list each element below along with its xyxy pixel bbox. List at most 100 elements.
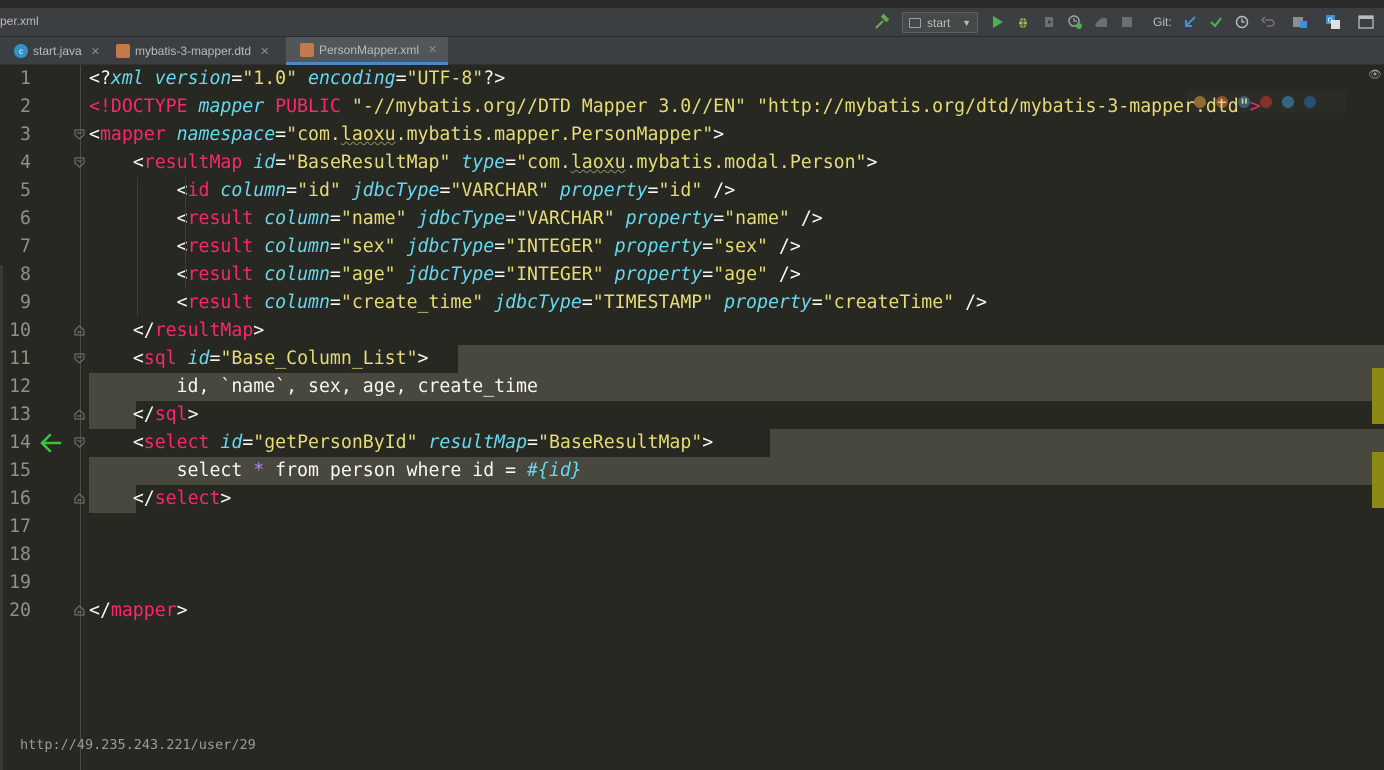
- git-revert-icon[interactable]: [1260, 14, 1276, 30]
- code-token: "createTime": [822, 292, 955, 313]
- fold-open-icon[interactable]: [74, 129, 85, 140]
- code-line[interactable]: 15 select * from person where id = #{id}: [0, 457, 1384, 485]
- git-commit-icon[interactable]: [1208, 14, 1224, 30]
- attach-icon[interactable]: [1093, 14, 1109, 30]
- close-icon[interactable]: ✕: [91, 45, 100, 58]
- code-token: />: [767, 236, 801, 257]
- svg-text:G: G: [1328, 17, 1333, 25]
- navigate-back-arrow-icon[interactable]: [38, 430, 64, 456]
- code-line[interactable]: 17: [0, 513, 1384, 541]
- code-token: =: [505, 152, 517, 173]
- line-number: 19: [9, 572, 31, 593]
- coverage-icon[interactable]: [1041, 14, 1057, 30]
- tab-person-mapper-xml[interactable]: PersonMapper.xml ✕: [286, 37, 448, 65]
- line-number: 4: [20, 152, 31, 173]
- code-line[interactable]: 10 </resultMap>: [0, 317, 1384, 345]
- code-token: =: [329, 208, 341, 229]
- line-number: 17: [9, 516, 31, 537]
- line-number: 6: [20, 208, 31, 229]
- code-line[interactable]: 16 </select>: [0, 485, 1384, 513]
- code-token: encoding: [308, 68, 396, 89]
- code-token: column: [264, 208, 330, 229]
- code-line[interactable]: 8 <result column="age" jdbcType="INTEGER…: [0, 261, 1384, 289]
- code-token: =: [275, 124, 287, 145]
- scroll-marker[interactable]: [1372, 452, 1384, 509]
- code-line[interactable]: 13 </sql>: [0, 401, 1384, 429]
- code-line[interactable]: 11 <sql id="Base_Column_List">: [0, 345, 1384, 373]
- code-line[interactable]: 5 <id column="id" jdbcType="VARCHAR" pro…: [0, 177, 1384, 205]
- debug-icon[interactable]: [1015, 14, 1031, 30]
- git-update-icon[interactable]: [1182, 14, 1198, 30]
- code-line[interactable]: 7 <result column="sex" jdbcType="INTEGER…: [0, 233, 1384, 261]
- code-token: id: [253, 152, 276, 173]
- run-configuration-select[interactable]: start ▼: [902, 12, 978, 33]
- code-token: =: [329, 292, 341, 313]
- code-text: </select>: [89, 485, 232, 513]
- code-token: .mybatis.mapper.PersonMapper": [395, 124, 714, 145]
- breadcrumb[interactable]: per.xml: [0, 14, 39, 28]
- project-structure-icon[interactable]: [1292, 14, 1308, 30]
- chevron-down-icon: ▼: [962, 17, 971, 28]
- code-line[interactable]: 18: [0, 541, 1384, 569]
- fold-close-icon[interactable]: [74, 605, 85, 616]
- profile-icon[interactable]: [1067, 14, 1083, 30]
- code-token: jdbcType: [494, 292, 582, 313]
- fold-open-icon[interactable]: [74, 437, 85, 448]
- close-icon[interactable]: ✕: [428, 43, 437, 56]
- code-token: />: [767, 264, 801, 285]
- code-line[interactable]: 2 <!DOCTYPE mapper PUBLIC "-//mybatis.org…: [0, 93, 1384, 121]
- code-token: namespace: [176, 124, 276, 145]
- line-number: 14: [9, 432, 31, 453]
- code-line[interactable]: 1 <?xml version="1.0" encoding="UTF-8"?>: [0, 65, 1384, 93]
- line-number: 16: [9, 488, 31, 509]
- code-line[interactable]: 19: [0, 569, 1384, 597]
- translate-icon[interactable]: G: [1325, 14, 1341, 30]
- fold-open-icon[interactable]: [74, 353, 85, 364]
- tab-mybatis-dtd[interactable]: mybatis-3-mapper.dtd ✕: [102, 37, 288, 65]
- stop-icon[interactable]: [1119, 14, 1135, 30]
- fold-open-icon[interactable]: [74, 157, 85, 168]
- fold-close-icon[interactable]: [74, 493, 85, 504]
- code-line[interactable]: 14 <select id="getPersonById" resultMap=…: [0, 429, 1384, 457]
- code-line[interactable]: 20 </mapper>: [0, 597, 1384, 625]
- code-token: =: [647, 180, 659, 201]
- code-token: "age": [340, 264, 396, 285]
- code-token: <: [132, 432, 144, 453]
- code-editor[interactable]: 👁 1 <?xml version="1.0" encoding="UTF-8"?…: [0, 65, 1384, 770]
- config-icon: [909, 17, 921, 28]
- code-token: "http://mybatis.org/dtd/mybatis-3-mapper…: [756, 96, 1250, 117]
- tab-label: mybatis-3-mapper.dtd: [135, 44, 252, 58]
- code-token: result: [187, 264, 254, 285]
- terminal-icon[interactable]: [1358, 14, 1374, 30]
- run-icon[interactable]: [989, 14, 1005, 30]
- code-token: =: [231, 68, 243, 89]
- code-token: property: [614, 236, 703, 257]
- code-token: "Base_Column_List": [220, 348, 418, 369]
- code-line[interactable]: 3 <mapper namespace="com.laoxu.mybatis.ma…: [0, 121, 1384, 149]
- code-token: result: [187, 292, 254, 313]
- line-number: 15: [9, 460, 31, 481]
- line-number: 8: [20, 264, 31, 285]
- code-token: =: [286, 180, 298, 201]
- code-token: =: [439, 180, 451, 201]
- code-token: =: [395, 68, 407, 89]
- git-history-icon[interactable]: [1234, 14, 1250, 30]
- tab-start-java[interactable]: c start.java ✕: [0, 37, 106, 65]
- close-icon[interactable]: ✕: [260, 45, 269, 58]
- code-line[interactable]: 12 id, `name`, sex, age, create_time: [0, 373, 1384, 401]
- code-token: "sex": [713, 236, 768, 257]
- code-token: jdbcType: [351, 180, 440, 201]
- code-line[interactable]: 6 <result column="name" jdbcType="VARCHA…: [0, 205, 1384, 233]
- scroll-marker[interactable]: [1372, 368, 1384, 425]
- code-line[interactable]: 4 <resultMap id="BaseResultMap" type="co…: [0, 149, 1384, 177]
- hammer-icon[interactable]: [874, 14, 890, 30]
- fold-close-icon[interactable]: [74, 409, 85, 420]
- fold-close-icon[interactable]: [74, 325, 85, 336]
- code-line[interactable]: 9 <result column="create_time" jdbcType=…: [0, 289, 1384, 317]
